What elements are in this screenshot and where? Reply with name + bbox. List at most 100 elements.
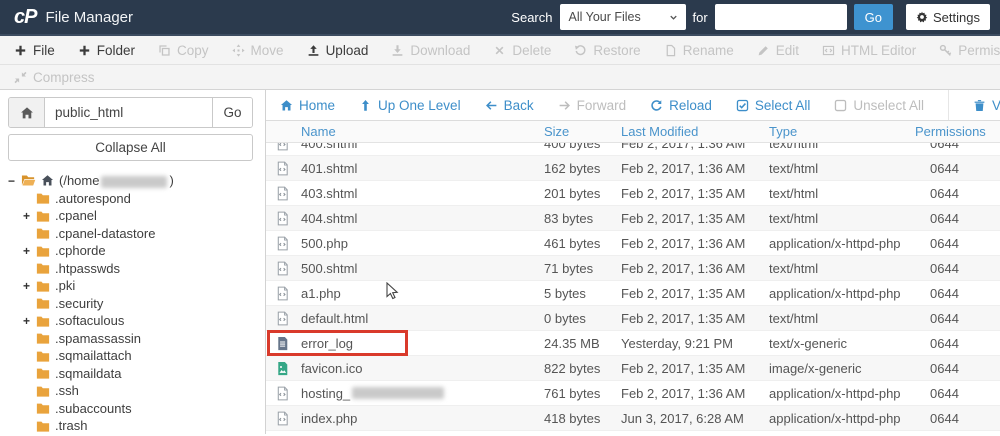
table-row[interactable]: hosting_ 761 bytes Feb 2, 2017, 1:36 AM app… (266, 381, 1000, 406)
table-row[interactable]: 403.shtml 201 bytes Feb 2, 2017, 1:35 AM te… (266, 181, 1000, 206)
toolbar-rename-button[interactable]: Rename (664, 43, 734, 58)
file-manager-app: cP File Manager Search All Your Files fo… (0, 0, 1000, 436)
search-go-button[interactable]: Go (853, 4, 894, 30)
tree-item-softaculous[interactable]: + .softaculous (8, 312, 253, 330)
plus-icon (78, 44, 91, 57)
file-permissions: 0644 (930, 210, 959, 226)
tree-item-sqmaildata[interactable]: .sqmaildata (8, 365, 253, 383)
table-header: Name Size Last Modified Type Permissions (266, 121, 1000, 143)
file-name[interactable]: index.php (301, 411, 357, 426)
expand-toggle-icon[interactable]: + (23, 209, 36, 223)
toolbar-compress-button[interactable]: Compress (14, 70, 95, 85)
tree-item-ssh[interactable]: .ssh (8, 382, 253, 400)
file-size: 400 bytes (544, 143, 601, 151)
tree-root-label: (/home) (59, 173, 174, 189)
expand-toggle-icon[interactable]: + (23, 314, 36, 328)
search-scope-select[interactable]: All Your Files (559, 4, 686, 30)
file-name[interactable]: 500.php (301, 236, 348, 251)
tree-item-sqmailattach[interactable]: .sqmailattach (8, 347, 253, 365)
table-row[interactable]: 404.shtml 83 bytes Feb 2, 2017, 1:35 AM tex… (266, 206, 1000, 231)
table-row[interactable]: default.html 0 bytes Feb 2, 2017, 1:35 AM t… (266, 306, 1000, 331)
for-label: for (692, 9, 708, 25)
table-row[interactable]: 401.shtml 162 bytes Feb 2, 2017, 1:36 AM te… (266, 156, 1000, 181)
table-row[interactable]: 400.shtml 400 bytes Feb 2, 2017, 1:36 AM te… (266, 143, 1000, 156)
tree-item-subaccounts[interactable]: .subaccounts (8, 400, 253, 418)
search-input[interactable] (714, 4, 847, 30)
file-size: 461 bytes (544, 235, 601, 251)
toolbar-html-editor-button[interactable]: HTML Editor (822, 43, 916, 58)
column-header-type[interactable]: Type (769, 124, 915, 139)
tree-item-pki[interactable]: + .pki (8, 277, 253, 295)
file-name[interactable]: hosting_ (301, 386, 350, 401)
nav-select-all-button[interactable]: Select All (736, 98, 810, 113)
nav-unselect-all-button[interactable]: Unselect All (834, 98, 924, 113)
table-row[interactable]: error_log 24.35 MB Yesterday, 9:21 PM text/… (266, 330, 1000, 356)
table-row[interactable]: 500.php 461 bytes Feb 2, 2017, 1:36 AM appl… (266, 231, 1000, 256)
tree-item-autorespond[interactable]: .autorespond (8, 190, 253, 208)
tree-item-htpasswds[interactable]: .htpasswds (8, 260, 253, 278)
toolbar-edit-button[interactable]: Edit (757, 43, 799, 58)
toolbar-copy-button[interactable]: Copy (158, 43, 209, 58)
column-header-name[interactable]: Name (301, 124, 544, 139)
nav-view-trash-button[interactable]: View Trash (973, 98, 1000, 113)
rename-icon (664, 44, 677, 57)
nav-forward-button[interactable]: Forward (558, 98, 626, 113)
file-permissions: 0644 (930, 143, 959, 151)
toolbar-permissions-button[interactable]: Permissions (939, 43, 1000, 58)
file-name[interactable]: 403.shtml (301, 186, 357, 201)
file-code-icon (275, 286, 290, 301)
nav-reload-button[interactable]: Reload (650, 98, 712, 113)
file-name[interactable]: favicon.ico (301, 361, 362, 376)
file-name[interactable]: a1.php (301, 286, 341, 301)
table-row[interactable]: index.php 418 bytes Jun 3, 2017, 6:28 AM ap… (266, 406, 1000, 431)
page-title: File Manager (45, 8, 134, 26)
settings-button[interactable]: Settings (906, 4, 990, 30)
column-header-size[interactable]: Size (544, 124, 621, 139)
tree-item-cpanel[interactable]: + .cpanel (8, 207, 253, 225)
file-permissions: 0644 (930, 410, 959, 426)
file-name[interactable]: 400.shtml (301, 143, 357, 151)
expand-toggle-icon[interactable]: + (23, 244, 36, 258)
table-row[interactable]: 500.shtml 71 bytes Feb 2, 2017, 1:36 AM tex… (266, 256, 1000, 281)
folder-icon (36, 419, 50, 433)
unselect-all-icon (834, 99, 847, 112)
redacted-text (101, 175, 168, 188)
collapse-toggle-icon[interactable]: − (8, 174, 21, 188)
folder-tree: − (/home) .autorespond + .cpanel .cpanel-data… (8, 172, 253, 436)
nav-up-one-level-button[interactable]: Up One Level (359, 98, 461, 113)
nav-back-button[interactable]: Back (485, 98, 534, 113)
expand-toggle-icon[interactable]: + (23, 279, 36, 293)
file-code-icon (275, 311, 290, 326)
tree-root-item[interactable]: − (/home) (8, 172, 253, 190)
file-size: 5 bytes (544, 285, 586, 301)
file-text-icon (275, 336, 290, 351)
file-name[interactable]: 500.shtml (301, 261, 357, 276)
toolbar-delete-button[interactable]: Delete (493, 43, 551, 58)
toolbar-restore-button[interactable]: Restore (574, 43, 641, 58)
tree-item-cphorde[interactable]: + .cphorde (8, 242, 253, 260)
table-row[interactable]: a1.php 5 bytes Feb 2, 2017, 1:35 AM applica… (266, 281, 1000, 306)
nav-home-button[interactable]: Home (280, 98, 335, 113)
path-input[interactable] (45, 98, 212, 127)
file-name[interactable]: 401.shtml (301, 161, 357, 176)
table-row[interactable]: favicon.ico 822 bytes Feb 2, 2017, 1:35 AM… (266, 356, 1000, 381)
file-name[interactable]: 404.shtml (301, 211, 357, 226)
file-type: application/x-httpd-php (769, 410, 901, 426)
tree-item-security[interactable]: .security (8, 295, 253, 313)
toolbar-upload-button[interactable]: Upload (307, 43, 368, 58)
tree-item-spamassassin[interactable]: .spamassassin (8, 330, 253, 348)
toolbar-move-button[interactable]: Move (231, 43, 284, 58)
toolbar-file-button[interactable]: File (14, 43, 55, 58)
collapse-all-button[interactable]: Collapse All (8, 134, 253, 161)
tree-item-cpanel-datastore[interactable]: .cpanel-datastore (8, 225, 253, 243)
toolbar-download-button[interactable]: Download (391, 43, 470, 58)
column-header-modified[interactable]: Last Modified (621, 124, 769, 139)
tree-item-trash[interactable]: .trash (8, 417, 253, 435)
path-go-button[interactable]: Go (212, 98, 252, 127)
file-name[interactable]: default.html (301, 311, 368, 326)
toolbar-folder-button[interactable]: Folder (78, 43, 135, 58)
home-path-button[interactable] (9, 98, 45, 127)
download-icon (391, 44, 404, 57)
file-name[interactable]: error_log (301, 336, 353, 351)
column-header-permissions[interactable]: Permissions (915, 124, 986, 139)
